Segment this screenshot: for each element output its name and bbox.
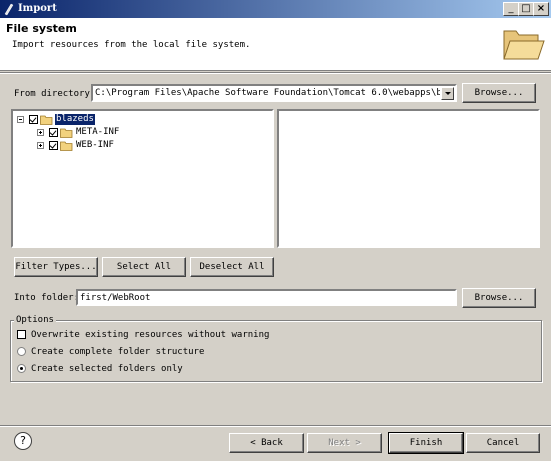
overwrite-label[interactable]: Overwrite existing resources without war… (31, 330, 269, 340)
close-button[interactable]: × (533, 2, 549, 16)
expand-icon[interactable] (37, 129, 44, 136)
overwrite-checkbox[interactable] (17, 330, 26, 339)
browse-folder-button[interactable]: Browse... (462, 288, 536, 308)
complete-structure-radio[interactable] (17, 347, 26, 356)
into-folder-value: first/WebRoot (80, 293, 151, 303)
back-button[interactable]: < Back (229, 433, 304, 453)
select-all-button[interactable]: Select All (102, 257, 186, 277)
footer-separator (0, 425, 551, 427)
folder-icon (60, 128, 73, 138)
expand-icon[interactable] (37, 142, 44, 149)
tree-item-label: blazeds (54, 113, 96, 126)
folder-icon (40, 115, 53, 125)
window-title: Import (18, 3, 57, 14)
tree-checkbox[interactable] (29, 115, 38, 124)
into-folder-label: Into folder: (14, 293, 80, 303)
filter-types-button[interactable]: Filter Types... (14, 257, 98, 277)
from-directory-combo[interactable]: C:\Program Files\Apache Software Foundat… (91, 84, 457, 102)
deselect-all-button[interactable]: Deselect All (190, 257, 274, 277)
import-dialog: Import _ □ × File system Import resource… (0, 0, 551, 461)
cancel-button[interactable]: Cancel (466, 433, 540, 453)
selected-only-radio[interactable] (17, 364, 26, 373)
file-list-panel[interactable] (277, 109, 540, 248)
maximize-button[interactable]: □ (518, 2, 534, 16)
from-directory-label: From directory: (14, 89, 96, 99)
options-legend: Options (14, 315, 56, 325)
tree-checkbox[interactable] (49, 141, 58, 150)
next-button[interactable]: Next > (307, 433, 382, 453)
complete-structure-label[interactable]: Create complete folder structure (31, 347, 204, 357)
from-directory-value: C:\Program Files\Apache Software Foundat… (95, 88, 440, 98)
page-description: Import resources from the local file sys… (12, 40, 251, 50)
selected-only-label[interactable]: Create selected folders only (31, 364, 183, 374)
finish-button[interactable]: Finish (388, 432, 464, 454)
minimize-button[interactable]: _ (503, 2, 519, 16)
tree-checkbox[interactable] (49, 128, 58, 137)
open-folder-icon (503, 30, 545, 60)
collapse-icon[interactable] (17, 116, 24, 123)
page-title: File system (6, 22, 77, 35)
browse-directory-button[interactable]: Browse... (462, 83, 536, 103)
chevron-down-icon[interactable] (441, 87, 454, 100)
wizard-header: File system Import resources from the lo… (0, 18, 551, 71)
help-icon[interactable]: ? (14, 432, 32, 450)
into-folder-input[interactable]: first/WebRoot (76, 289, 457, 306)
header-separator (0, 72, 551, 74)
import-wizard-icon (4, 3, 14, 16)
folder-icon (60, 141, 73, 151)
resource-tree[interactable]: blazeds META-INF WEB-INF (11, 109, 274, 248)
tree-item-label: META-INF (76, 127, 120, 137)
title-bar[interactable]: Import _ □ × (0, 0, 551, 18)
tree-item-label: WEB-INF (76, 140, 114, 150)
